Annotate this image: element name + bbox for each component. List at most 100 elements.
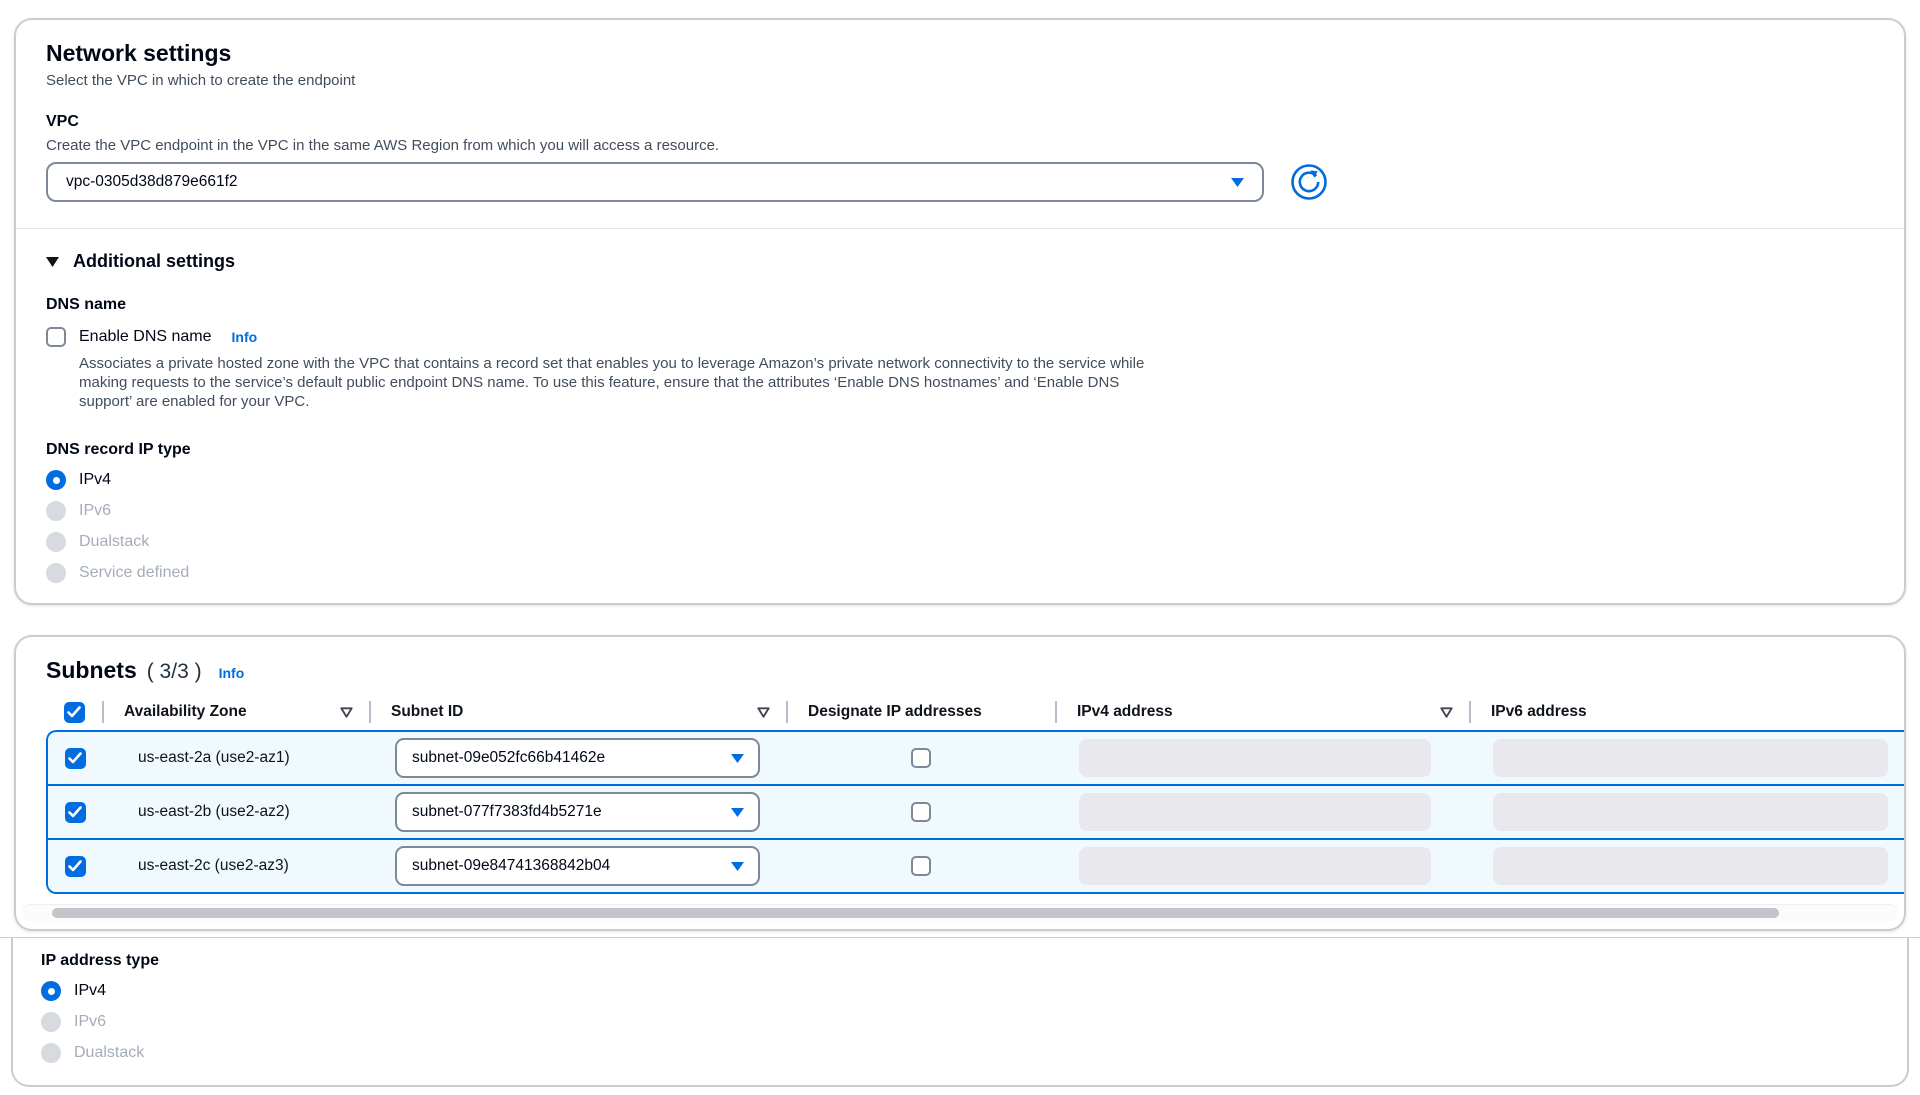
designate-ip-checkbox[interactable] <box>911 856 931 876</box>
ipv6-cell <box>1469 793 1904 831</box>
radio-label: IPv4 <box>74 982 106 1000</box>
subnet-select[interactable]: subnet-077f7383fd4b5271e <box>395 792 760 832</box>
radio-label: IPv4 <box>79 471 111 489</box>
vpc-label: VPC <box>46 113 1874 131</box>
subnet-select-value: subnet-09e052fc66b41462e <box>412 749 605 767</box>
ipv4-cell <box>1055 739 1469 777</box>
column-label: Subnet ID <box>391 703 463 721</box>
radio-option-service-defined: Service defined <box>46 563 1874 583</box>
ipv6-cell <box>1469 739 1904 777</box>
column-label: IPv4 address <box>1077 703 1173 721</box>
network-settings-card: Network settings Select the VPC in which… <box>14 18 1906 605</box>
sort-icon[interactable] <box>340 707 353 718</box>
dns-record-ip-type-label: DNS record IP type <box>46 441 1874 459</box>
subnet-select[interactable]: subnet-09e84741368842b04 <box>395 846 760 886</box>
enable-dns-name-row: Enable DNS name Info <box>46 327 1874 347</box>
ipv4-cell <box>1055 847 1469 885</box>
radio-input <box>46 563 66 583</box>
enable-dns-name-checkbox[interactable] <box>46 327 66 347</box>
header-checkbox-cell <box>46 702 102 723</box>
subnet-cell: subnet-077f7383fd4b5271e <box>369 792 786 832</box>
sort-icon[interactable] <box>1440 707 1453 718</box>
dns-name-description: Associates a private hosted zone with th… <box>79 354 1154 411</box>
radio-label: Service defined <box>79 564 189 582</box>
row-checkbox[interactable] <box>65 856 86 877</box>
subnets-title-row: Subnets ( 3/3 ) Info <box>16 657 1904 684</box>
horizontal-scrollbar[interactable] <box>22 904 1898 921</box>
ipv6-cell <box>1469 847 1904 885</box>
subnets-table-body: us-east-2a (use2-az1) subnet-09e052fc66b… <box>46 730 1904 894</box>
row-checkbox[interactable] <box>65 802 86 823</box>
scrollbar-thumb[interactable] <box>52 908 1779 918</box>
select-all-checkbox[interactable] <box>64 702 85 723</box>
refresh-icon <box>1290 163 1328 201</box>
subnet-select[interactable]: subnet-09e052fc66b41462e <box>395 738 760 778</box>
radio-option-dualstack: Dualstack <box>41 1043 1877 1063</box>
subnets-title: Subnets <box>46 657 137 684</box>
subnet-select-value: subnet-09e84741368842b04 <box>412 857 610 875</box>
row-checkbox-cell <box>48 748 102 769</box>
radio-input[interactable] <box>41 981 61 1001</box>
sort-icon[interactable] <box>757 707 770 718</box>
subnet-select-value: subnet-077f7383fd4b5271e <box>412 803 602 821</box>
column-header-subnet-id: Subnet ID <box>369 699 786 725</box>
availability-zone-value: us-east-2c (use2-az3) <box>102 857 369 875</box>
column-label: Availability Zone <box>124 703 247 721</box>
row-checkbox-cell <box>48 802 102 823</box>
ip-address-type-label: IP address type <box>41 952 1877 970</box>
dns-name-label: DNS name <box>46 296 1874 314</box>
vpc-select[interactable]: vpc-0305d38d879e661f2 <box>46 162 1264 202</box>
caret-down-icon <box>1231 178 1244 187</box>
subnets-table-header: Availability Zone Subnet ID Designate IP… <box>46 694 1904 730</box>
additional-settings-toggle[interactable]: Additional settings <box>46 251 1874 272</box>
availability-zone-value: us-east-2a (use2-az1) <box>102 749 369 767</box>
caret-down-icon <box>731 754 744 763</box>
radio-label: IPv6 <box>74 1013 106 1031</box>
subnets-card: Subnets ( 3/3 ) Info Availability Zone S… <box>14 635 1906 931</box>
radio-option-ipv6: IPv6 <box>41 1012 1877 1032</box>
enable-dns-name-label: Enable DNS name <box>79 328 212 346</box>
radio-input <box>46 532 66 552</box>
row-checkbox-cell <box>48 856 102 877</box>
vpc-select-row: vpc-0305d38d879e661f2 <box>46 162 1874 202</box>
radio-input[interactable] <box>46 470 66 490</box>
table-row: us-east-2c (use2-az3) subnet-09e84741368… <box>48 838 1904 892</box>
column-header-availability-zone: Availability Zone <box>102 699 369 725</box>
column-label: IPv6 address <box>1491 703 1587 721</box>
ipv4-address-field-disabled <box>1079 793 1431 831</box>
designate-ip-cell <box>786 748 1055 768</box>
caret-down-icon <box>731 808 744 817</box>
ipv4-address-field-disabled <box>1079 847 1431 885</box>
ipv6-address-field-disabled <box>1493 739 1888 777</box>
radio-option-ipv4[interactable]: IPv4 <box>41 981 1877 1001</box>
radio-input <box>46 501 66 521</box>
designate-ip-cell <box>786 802 1055 822</box>
radio-label: Dualstack <box>79 533 149 551</box>
designate-ip-cell <box>786 856 1055 876</box>
subnets-count: ( 3/3 ) <box>147 660 202 684</box>
dns-name-info-link[interactable]: Info <box>232 329 258 345</box>
column-header-ipv4-address: IPv4 address <box>1055 699 1469 725</box>
column-label: Designate IP addresses <box>808 703 982 721</box>
designate-ip-checkbox[interactable] <box>911 748 931 768</box>
dns-record-ip-type-group: IPv4 IPv6 Dualstack Service defined <box>46 470 1874 583</box>
section-divider <box>16 228 1904 229</box>
radio-label: IPv6 <box>79 502 111 520</box>
page-title: Network settings <box>46 40 1874 67</box>
radio-option-ipv6: IPv6 <box>46 501 1874 521</box>
subnets-info-link[interactable]: Info <box>219 665 245 681</box>
refresh-button[interactable] <box>1290 163 1328 201</box>
ipv6-address-field-disabled <box>1493 847 1888 885</box>
radio-option-dualstack: Dualstack <box>46 532 1874 552</box>
selected-rows-group: us-east-2a (use2-az1) subnet-09e052fc66b… <box>46 730 1904 894</box>
ipv6-address-field-disabled <box>1493 793 1888 831</box>
ipv4-address-field-disabled <box>1079 739 1431 777</box>
subnet-cell: subnet-09e052fc66b41462e <box>369 738 786 778</box>
availability-zone-value: us-east-2b (use2-az2) <box>102 803 369 821</box>
subnet-cell: subnet-09e84741368842b04 <box>369 846 786 886</box>
row-checkbox[interactable] <box>65 748 86 769</box>
radio-option-ipv4[interactable]: IPv4 <box>46 470 1874 490</box>
table-row: us-east-2b (use2-az2) subnet-077f7383fd4… <box>48 784 1904 838</box>
ip-address-type-card: IP address type IPv4 IPv6 Dualstack <box>11 938 1909 1087</box>
designate-ip-checkbox[interactable] <box>911 802 931 822</box>
